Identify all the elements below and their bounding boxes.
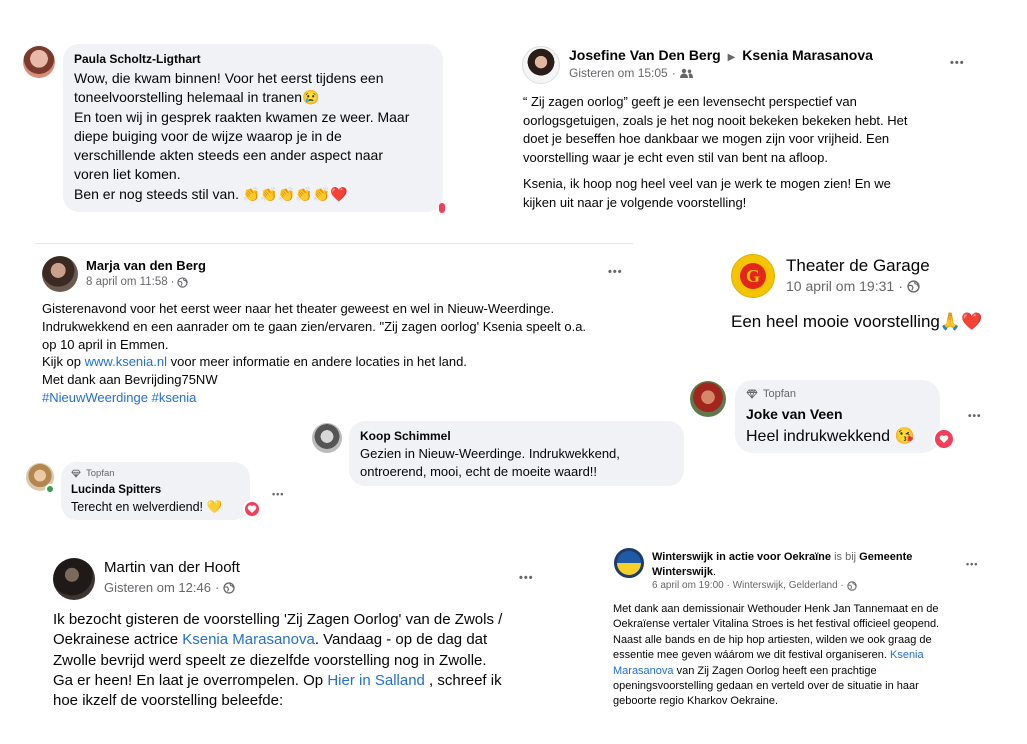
online-status-dot: [45, 484, 55, 494]
diamond-icon: [71, 469, 81, 478]
post-header-josefine: Josefine Van Den Berg ▶ Ksenia Marasanov…: [569, 47, 873, 63]
comment-text: Wow, die kwam binnen! Voor het eerst tij…: [74, 70, 410, 202]
avatar[interactable]: [312, 423, 342, 453]
more-options-icon[interactable]: •••: [608, 267, 623, 278]
post-meta: Gisteren om 12:46 ·: [104, 580, 235, 595]
globe-icon: [907, 279, 920, 293]
globe-icon: [177, 276, 189, 288]
location-name[interactable]: Gemeente: [859, 551, 912, 563]
comment-author[interactable]: Lucinda Spitters: [71, 484, 161, 496]
post-text: Ik bezocht gisteren de voorstelling 'Zij…: [53, 611, 503, 710]
avatar[interactable]: [42, 256, 78, 292]
avatar[interactable]: [690, 381, 726, 417]
post-author[interactable]: Marja van den Berg: [86, 258, 206, 273]
page-name[interactable]: Winterswijk in actie voor Oekraïne: [652, 551, 831, 563]
post-text: Een heel mooie voorstelling🙏❤️: [731, 312, 983, 331]
more-options-icon[interactable]: •••: [519, 573, 534, 584]
post-meta: 6 april om 19:00 · Winterswijk, Gelderla…: [652, 580, 857, 591]
love-reaction-icon[interactable]: [243, 500, 261, 518]
comment-bubble-koop: Koop Schimmel Gezien in Nieuw-Weerdinge.…: [349, 421, 684, 486]
divider: [35, 243, 633, 244]
diamond-icon: [746, 389, 758, 399]
comment-text: Terecht en welverdiend! 💛: [71, 500, 223, 514]
website-link[interactable]: www.ksenia.nl: [85, 354, 167, 369]
comment-bubble-lucinda: Topfan Lucinda Spitters Terecht en welve…: [61, 462, 250, 520]
post-text: Met dank aan demissionair Wethouder Henk…: [613, 603, 940, 708]
profile-link[interactable]: Ksenia Marasanova: [182, 631, 315, 648]
comment-bubble-joke: Topfan Joke van Veen Heel indrukwekkend …: [735, 380, 940, 453]
hashtags[interactable]: #NieuwWeerdinge #ksenia: [42, 389, 586, 407]
globe-icon: [847, 580, 857, 591]
post-text: “ Zij zagen oorlog” geeft je een levense…: [523, 94, 908, 210]
comment-text: Heel indrukwekkend 😘: [746, 428, 915, 445]
more-options-icon[interactable]: •••: [950, 58, 965, 69]
post-time[interactable]: 8 april om 11:58: [86, 276, 168, 288]
topfan-badge: Topfan: [71, 468, 115, 479]
more-options-icon[interactable]: •••: [968, 412, 982, 422]
avatar[interactable]: [522, 46, 560, 84]
post-target[interactable]: Ksenia Marasanova: [742, 47, 873, 63]
post-author[interactable]: Martin van der Hooft: [104, 559, 240, 576]
topfan-badge: Topfan: [746, 388, 796, 400]
comment-author[interactable]: Joke van Veen: [746, 406, 843, 422]
reaction-edge: [439, 203, 445, 213]
post-time[interactable]: Gisteren om 12:46: [104, 580, 211, 595]
avatar[interactable]: [23, 46, 55, 78]
more-options-icon[interactable]: •••: [272, 489, 284, 499]
page-logo[interactable]: [614, 548, 644, 578]
post-meta: Gisteren om 15:05 ·: [569, 66, 693, 80]
page-link[interactable]: Hier in Salland: [327, 672, 425, 689]
theater-logo[interactable]: G: [731, 254, 775, 298]
comment-text: Gezien in Nieuw-Weerdinge. Indrukwekkend…: [360, 446, 620, 479]
post-time[interactable]: 10 april om 19:31: [786, 278, 894, 294]
avatar[interactable]: [53, 558, 95, 600]
globe-icon: [223, 581, 235, 594]
post-author[interactable]: Josefine Van Den Berg: [569, 47, 721, 63]
profile-link[interactable]: Ksenia: [890, 649, 924, 661]
love-reaction-icon[interactable]: [933, 428, 955, 450]
comment-author[interactable]: Paula Scholtz-Ligthart: [74, 52, 201, 66]
friends-icon: [679, 68, 693, 78]
location-name-cont[interactable]: Winterswijk: [652, 566, 713, 578]
post-time[interactable]: 6 april om 19:00 · Winterswijk, Gelderla…: [652, 580, 844, 591]
profile-link-cont[interactable]: Marasanova: [613, 665, 674, 677]
page-name[interactable]: Theater de Garage: [786, 256, 930, 276]
logo-mark: G: [740, 263, 766, 289]
post-meta: 10 april om 19:31 ·: [786, 278, 920, 294]
more-options-icon[interactable]: •••: [966, 559, 978, 569]
post-text: Gisterenavond voor het eerst weer naar h…: [42, 301, 587, 407]
arrow-right-icon: ▶: [727, 52, 736, 63]
post-meta: 8 april om 11:58 ·: [86, 276, 189, 288]
comment-author[interactable]: Koop Schimmel: [360, 429, 451, 443]
post-header-winterswijk: Winterswijk in actie voor Oekraïne is bi…: [652, 551, 913, 578]
comment-bubble-paula: Paula Scholtz-Ligthart Wow, die kwam bin…: [63, 44, 443, 212]
post-time[interactable]: Gisteren om 15:05: [569, 66, 668, 80]
